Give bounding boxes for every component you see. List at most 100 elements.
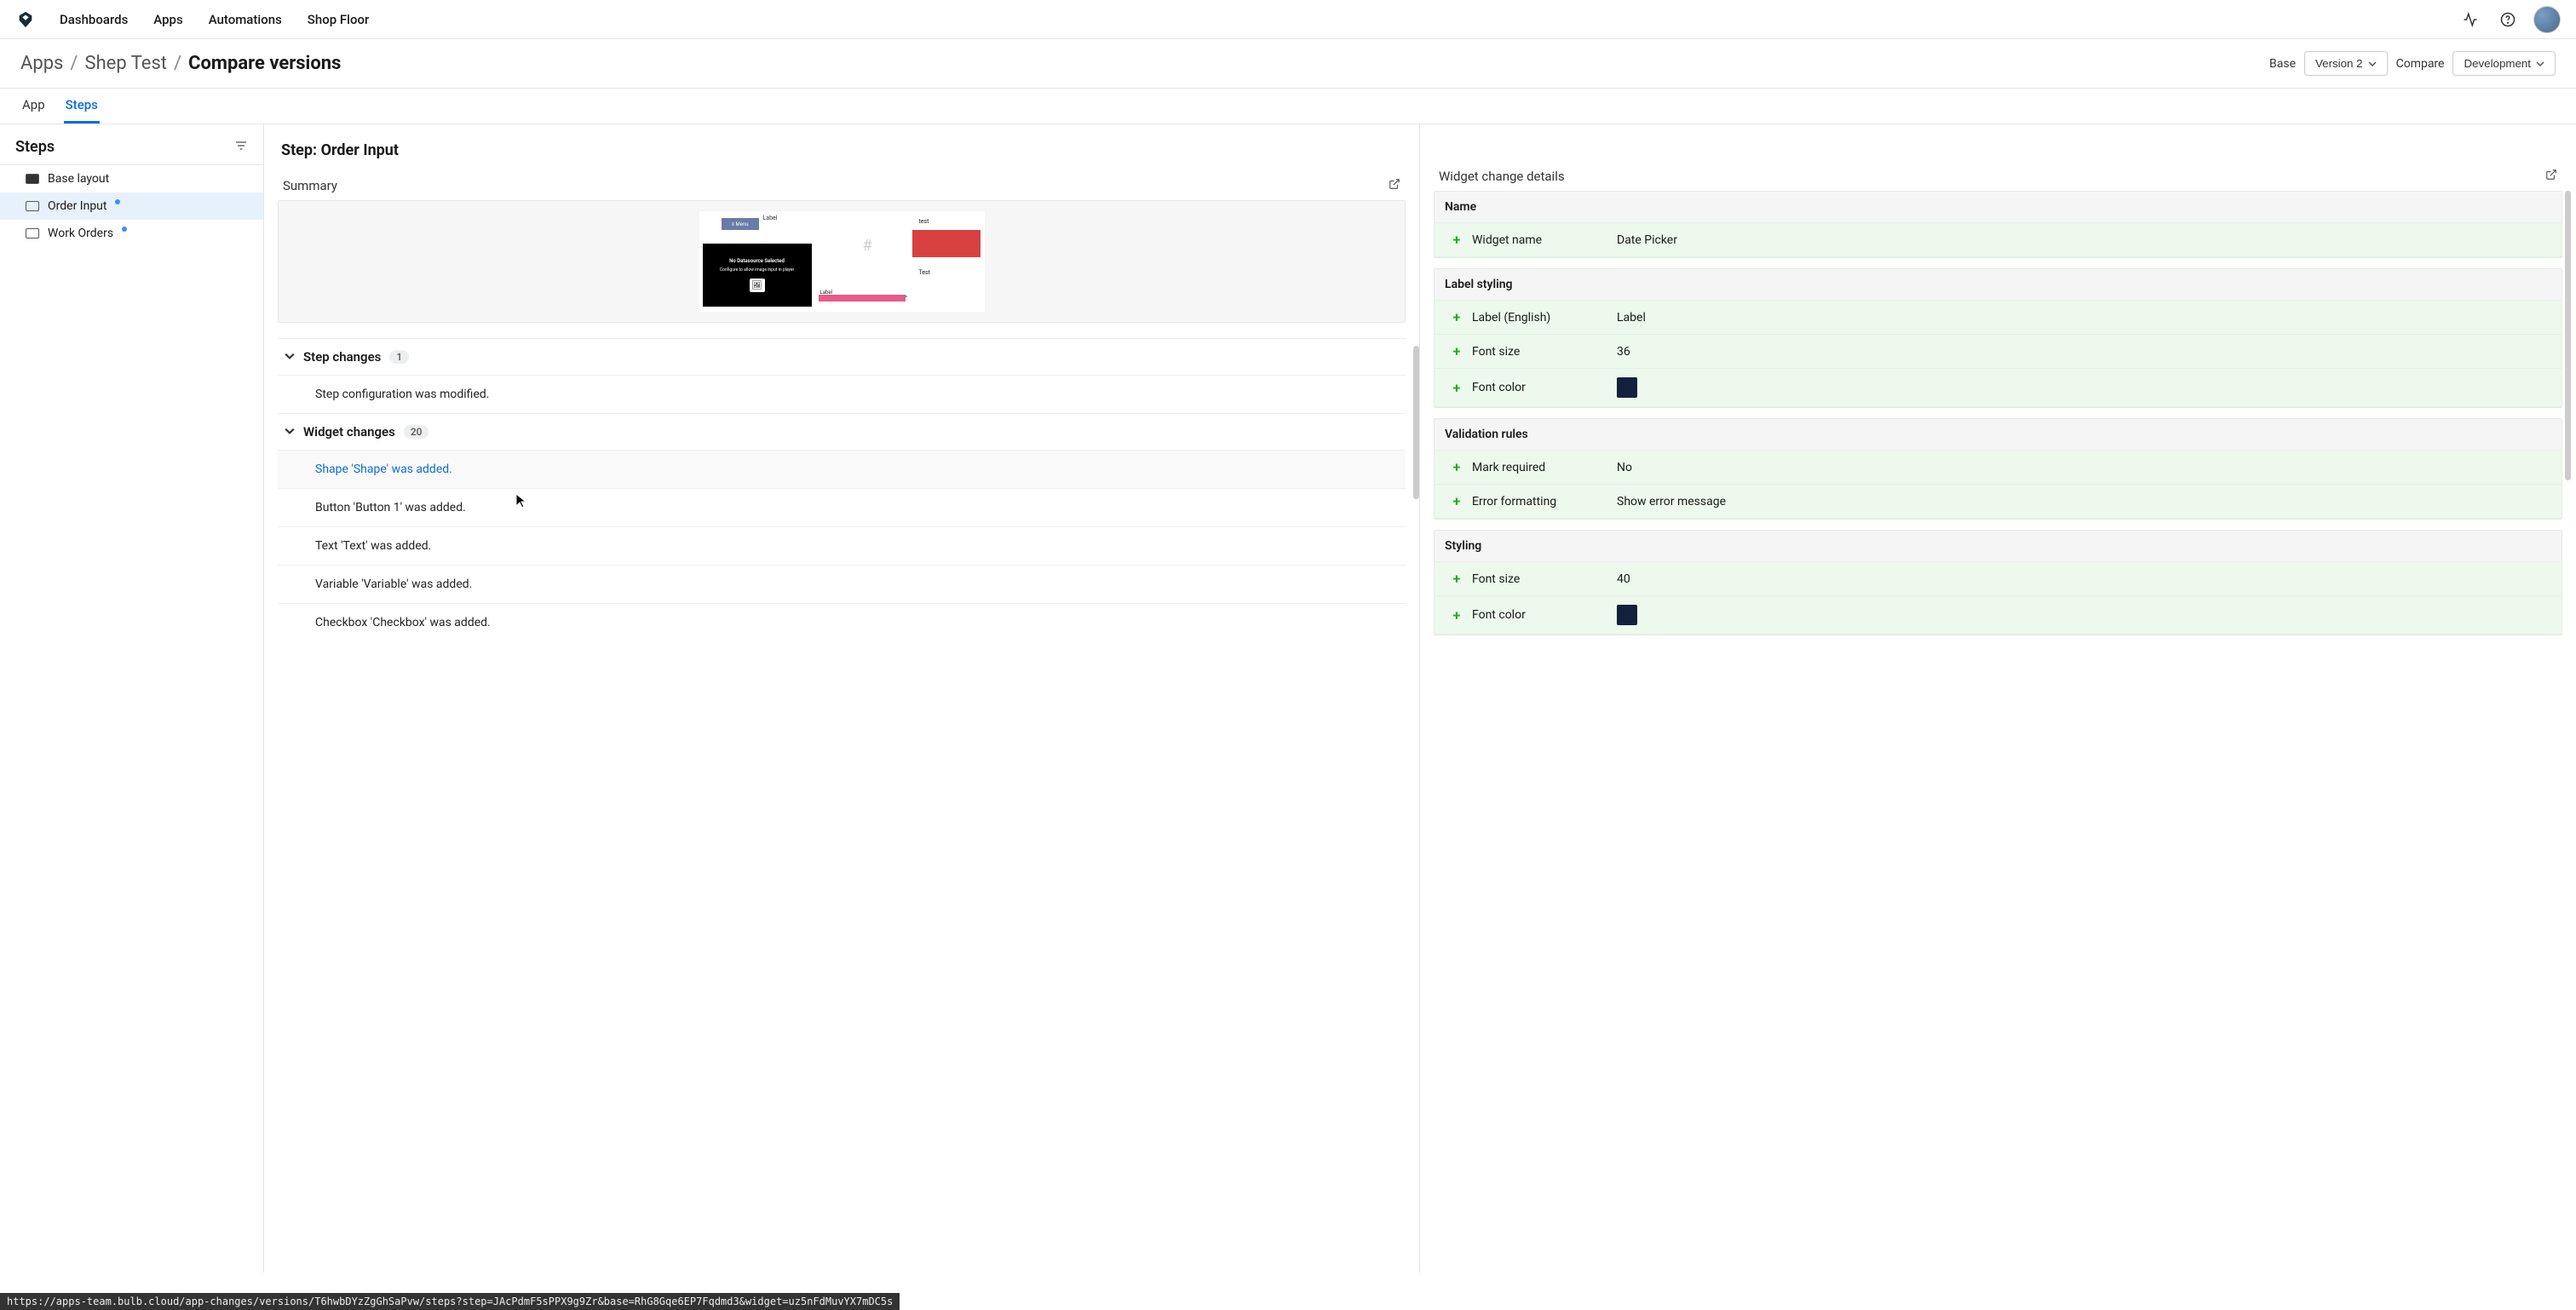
open-external-icon[interactable] [1389,178,1400,193]
preview-shape [912,230,980,257]
details-column: Widget change details Name+Widget nameDa… [1420,124,2576,1273]
breadcrumb-apps[interactable]: Apps [20,53,63,74]
plus-icon: + [1441,459,1472,475]
open-external-icon[interactable] [2545,169,2557,184]
change-row[interactable]: Button 'Button 1' was added. [278,488,1406,526]
scrollbar[interactable] [1413,346,1419,499]
change-row-selected[interactable]: Shape 'Shape' was added. [278,450,1406,488]
detail-section: Label styling+Label (English)Label+Font … [1434,268,2562,408]
sidebar-item-order-input[interactable]: Order Input [0,192,263,220]
sidebar-title: Steps [15,138,55,156]
detail-key: Font size [1472,345,1617,359]
detail-section: Validation rules +Mark requiredNo +Error f… [1434,418,2562,520]
breadcrumb: Apps / Shep Test / Compare versions [20,53,341,74]
step-list: Base layout Order Input Work Orders [0,164,263,247]
base-version-select[interactable]: Version 2 [2304,51,2388,76]
color-swatch [1617,605,1637,625]
color-swatch [1617,377,1637,398]
tab-steps[interactable]: Steps [64,89,100,124]
nav-right [2458,6,2561,33]
section-head: Validation rules [1435,419,2562,451]
activity-icon[interactable] [2458,8,2482,32]
detail-key: Mark required [1472,461,1617,474]
preview-image-widget: No Datasource Selected Configure to allo… [703,244,812,307]
nav-shopfloor[interactable]: Shop Floor [308,12,370,27]
plus-icon: + [1441,607,1472,623]
plus-icon: + [1441,380,1472,396]
widget-changes-count: 20 [404,425,429,439]
nav-dashboards[interactable]: Dashboards [60,12,128,27]
caret-down-icon [2536,60,2544,68]
change-row[interactable]: Text 'Text' was added. [278,526,1406,565]
cloud-upload-icon: ☁ [901,291,908,299]
summary-header: Summary [278,175,1406,200]
sidebar-item-label: Work Orders [48,227,113,240]
widget-changes-header[interactable]: Widget changes 20 [278,413,1406,450]
detail-value: Label [1617,311,2555,325]
preview-text: test [919,218,929,225]
avatar[interactable] [2533,6,2561,33]
details-title: Widget change details [1439,169,1565,184]
detail-key: Error formatting [1472,495,1617,508]
step-icon [26,201,39,211]
detail-key: Font color [1472,381,1617,394]
section-head: Label styling [1435,269,2562,301]
change-row[interactable]: Checkbox 'Checkbox' was added. [278,603,1406,641]
sidebar: Steps Base layout Order Input Work Order… [0,124,264,1273]
change-dot-icon [115,199,120,204]
tab-app[interactable]: App [20,89,47,124]
sidebar-item-label: Base layout [48,172,109,186]
preview-progress [819,295,906,302]
nav-apps[interactable]: Apps [153,12,182,27]
detail-row: +Widget nameDate Picker [1435,223,2562,257]
detail-row: +Error formattingShow error message [1435,485,2562,519]
summary-column: Step: Order Input Summary Label ≡ Menu #… [264,124,1420,1273]
scrollbar[interactable] [2565,191,2571,480]
widget-changes-title: Widget changes [303,424,395,440]
details-header: Widget change details [1434,165,2562,191]
detail-value: 36 [1617,345,2555,359]
detail-key: Label (English) [1472,311,1617,325]
nav-links: Dashboards Apps Automations Shop Floor [60,12,369,27]
sidebar-header: Steps [0,124,263,164]
change-row[interactable]: Step configuration was modified. [278,375,1406,413]
step-title: Step: Order Input [278,141,1406,159]
step-changes-title: Step changes [303,349,381,365]
sidebar-item-label: Order Input [48,199,106,213]
detail-value: 40 [1617,572,2555,586]
change-row[interactable]: Variable 'Variable' was added. [278,565,1406,603]
breadcrumb-project[interactable]: Shep Test [85,53,168,74]
detail-value: Show error message [1617,495,2555,508]
preview-text: Test [919,269,930,276]
nav-automations[interactable]: Automations [209,12,282,27]
sidebar-item-work-orders[interactable]: Work Orders [0,220,263,247]
breadcrumb-sep: / [174,53,181,74]
compare-version-value: Development [2464,57,2531,70]
sidebar-item-base-layout[interactable]: Base layout [0,165,263,192]
status-bar: https://apps-team.bulb.cloud/app-changes… [0,1293,900,1310]
chevron-down-icon [285,424,295,440]
compare-version-select[interactable]: Development [2452,51,2556,76]
content: Step: Order Input Summary Label ≡ Menu #… [264,124,2576,1273]
chevron-down-icon [285,349,295,365]
filter-icon[interactable] [234,139,248,156]
plus-icon: + [1441,232,1472,248]
detail-key: Font color [1472,608,1617,622]
step-changes-header[interactable]: Step changes 1 [278,338,1406,375]
detail-key: Widget name [1472,233,1617,247]
preview-label: Label [763,215,778,221]
detail-row: +Font color [1435,596,2562,635]
detail-value: No [1617,461,2555,474]
preview-placeholder-icon: # [863,237,872,255]
image-icon: 🖼 [750,279,765,292]
detail-row: +Label (English)Label [1435,301,2562,335]
step-icon [26,228,39,238]
help-icon[interactable] [2496,8,2520,32]
page-header: Apps / Shep Test / Compare versions Base… [0,39,2576,89]
logo-icon[interactable] [15,9,36,30]
detail-value [1617,377,2555,398]
details-body: Name+Widget nameDate Picker Label styling… [1434,191,2562,635]
detail-row: +Font size40 [1435,562,2562,596]
detail-section: Styling+Font size40+Font color [1434,530,2562,635]
section-head: Name [1435,192,2562,223]
